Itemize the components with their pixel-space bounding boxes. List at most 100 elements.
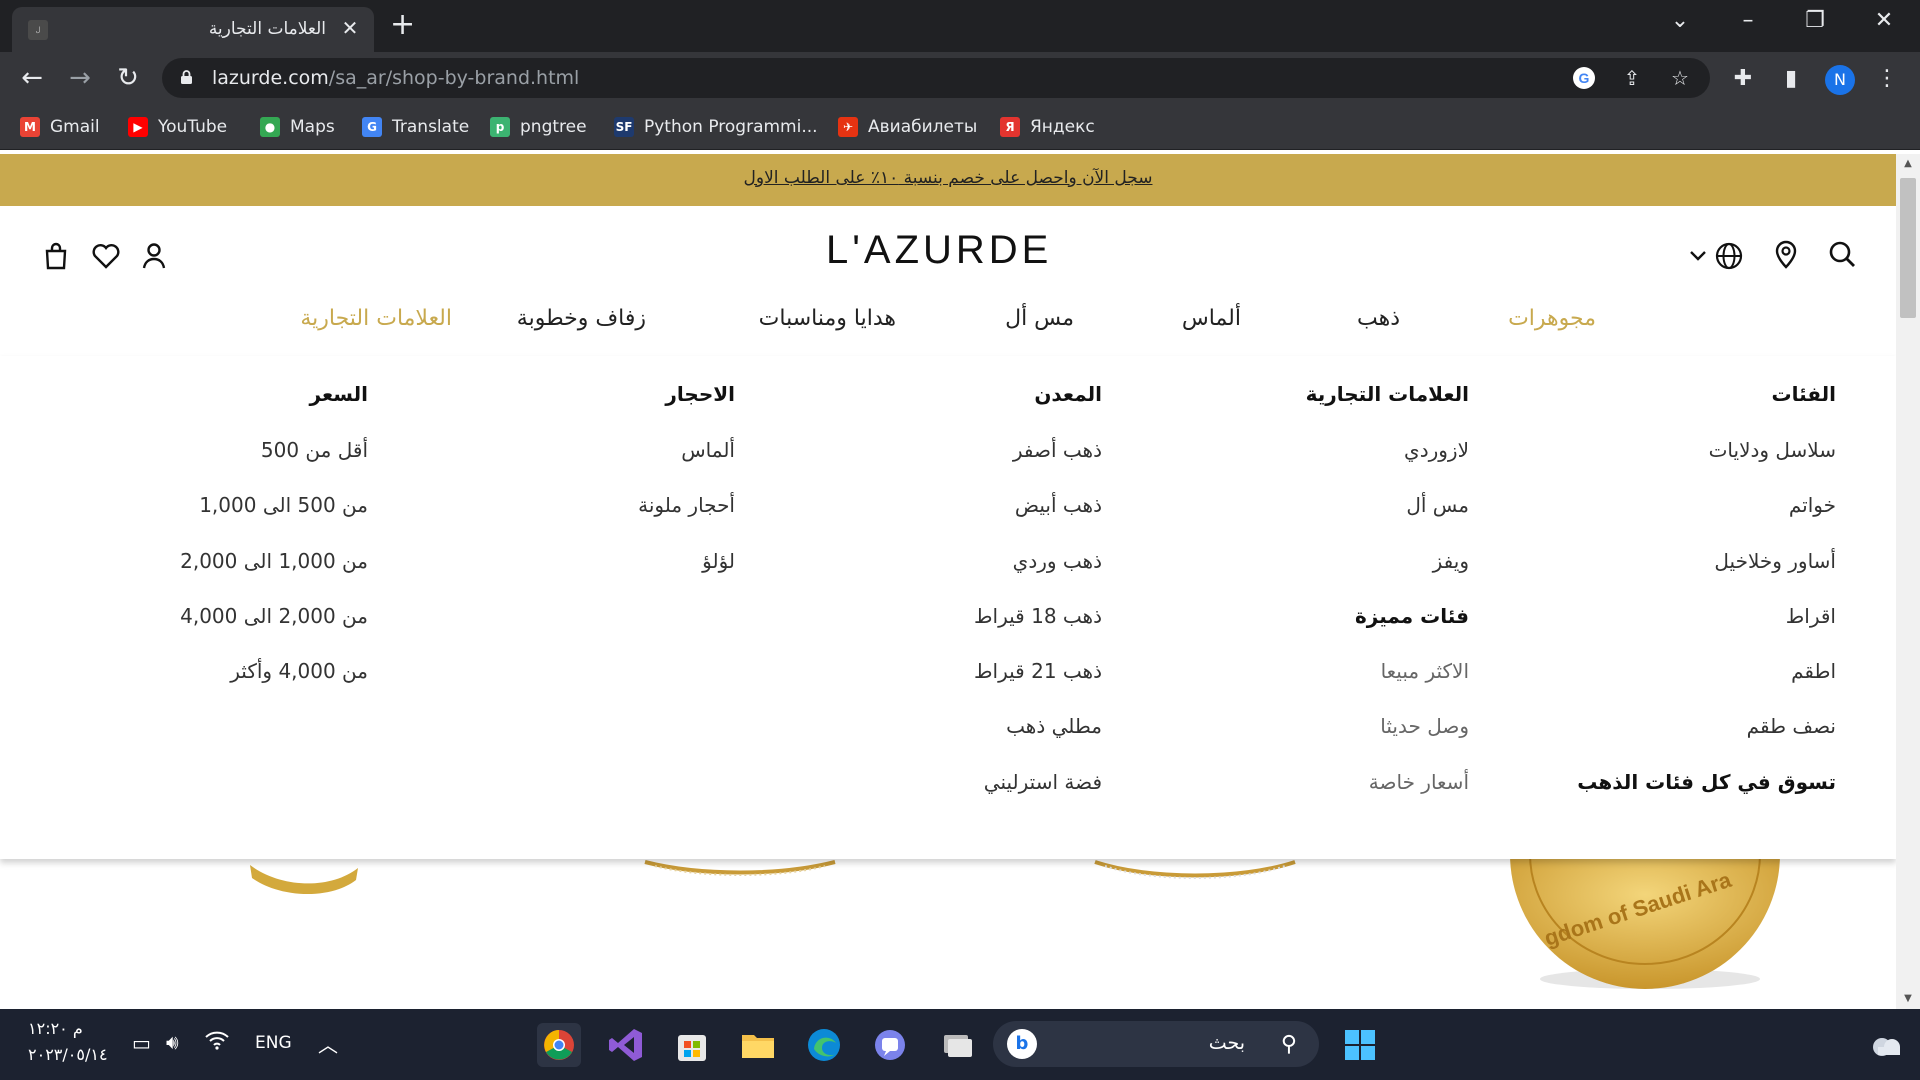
menu-link[interactable]: ذهب وردي [1013, 549, 1102, 573]
account-user-icon[interactable] [138, 240, 170, 272]
profile-avatar[interactable]: N [1825, 65, 1855, 95]
microsoft-store-icon[interactable] [670, 1023, 714, 1067]
taskbar-search[interactable]: b بحث ⚲ [993, 1021, 1319, 1067]
menu-link[interactable]: ويفز [1433, 549, 1469, 573]
site-logo[interactable]: L'AZURDE [826, 228, 1052, 273]
input-language[interactable]: ENG [255, 1033, 292, 1053]
url-text[interactable]: lazurde.com/sa_ar/shop-by-brand.html [212, 67, 579, 89]
task-view-icon[interactable] [934, 1023, 978, 1067]
search-icon[interactable] [1826, 238, 1858, 270]
product-image-gold-ring[interactable] [240, 860, 370, 900]
menu-link[interactable]: أساور وخلاخيل [1714, 549, 1836, 573]
google-lens-icon[interactable]: G [1572, 66, 1596, 90]
chrome-app-icon[interactable] [537, 1023, 581, 1067]
page-scrollbar[interactable]: ▲ ▼ [1896, 154, 1920, 1009]
nav-item-jewelry[interactable]: مجوهرات [1508, 306, 1596, 331]
clock-date[interactable]: ٢٠٢٣/٠٥/١٤ [28, 1045, 108, 1064]
bookmark-item[interactable]: ✈ Авиабилеты [838, 115, 977, 139]
menu-link[interactable]: سلاسل ودلايات [1709, 438, 1836, 462]
battery-icon[interactable]: ▭ [132, 1031, 151, 1055]
menu-link[interactable]: خواتم [1789, 493, 1836, 517]
wifi-icon[interactable] [204, 1029, 230, 1056]
nav-item-diamond[interactable]: ألماس [1182, 306, 1241, 331]
menu-link[interactable]: فضة استرليني [984, 770, 1102, 794]
scroll-up-arrow-icon[interactable]: ▲ [1896, 154, 1920, 174]
menu-kebab-icon[interactable]: ⋮ [1874, 66, 1900, 92]
bing-icon[interactable]: b [1007, 1029, 1037, 1059]
share-icon[interactable]: ⇪ [1620, 66, 1644, 90]
menu-link[interactable]: من 1,000 الى 2,000 [180, 549, 368, 573]
windows-taskbar: م ١٢:٢٠ ٢٠٢٣/٠٥/١٤ ▭ 🔊︎ ENG ︿ b بحث ⚲ [0, 1009, 1920, 1080]
language-globe-icon[interactable] [1713, 240, 1745, 272]
side-panel-icon[interactable]: ▮ [1778, 66, 1804, 92]
back-arrow-icon[interactable]: ← [16, 62, 48, 94]
browser-tab-active[interactable]: ل العلامات التجارية ✕ [12, 7, 374, 52]
shopping-bag-icon[interactable] [40, 240, 72, 272]
menu-link[interactable]: لازوردي [1404, 438, 1469, 462]
store-location-pin-icon[interactable] [1770, 238, 1802, 270]
tab-search-chevron-icon[interactable]: ⌄ [1660, 8, 1700, 33]
address-bar[interactable]: lazurde.com/sa_ar/shop-by-brand.html G ⇪… [162, 58, 1710, 98]
show-hidden-icons-chevron-icon[interactable]: ︿ [318, 1029, 338, 1058]
menu-link[interactable]: ألماس [681, 438, 735, 462]
bookmark-item[interactable]: G Translate [362, 115, 469, 139]
new-tab-button[interactable]: + [390, 10, 415, 40]
teams-chat-icon[interactable] [868, 1023, 912, 1067]
tab-close-icon[interactable]: ✕ [338, 16, 362, 40]
product-image-diamond-bangle[interactable] [1090, 860, 1300, 882]
menu-link[interactable]: وصل حديثا [1380, 714, 1469, 738]
window-close-icon[interactable]: ✕ [1864, 8, 1904, 33]
reload-icon[interactable]: ↻ [112, 62, 144, 94]
file-explorer-icon[interactable] [736, 1023, 780, 1067]
menu-link[interactable]: مطلي ذهب [1006, 714, 1102, 738]
forward-arrow-icon[interactable]: → [64, 62, 96, 94]
promo-banner[interactable]: سجل الآن واحصل على خصم بنسبة ١٠٪ على الط… [0, 154, 1896, 206]
language-chevron-down-icon[interactable] [1688, 240, 1708, 272]
volume-icon[interactable]: 🔊︎ [166, 1030, 179, 1054]
menu-link[interactable]: نصف طقم [1747, 714, 1836, 738]
windows-start-icon[interactable] [1338, 1023, 1382, 1067]
bookmark-item[interactable]: ▶ YouTube [128, 115, 227, 139]
product-image-gold-coin[interactable]: gdom of Saudi Ara [1490, 854, 1790, 1009]
nav-item-wedding-engagement[interactable]: زفاف وخطوبة [517, 306, 646, 331]
extensions-puzzle-icon[interactable]: ✚ [1730, 66, 1756, 92]
edge-browser-icon[interactable] [802, 1023, 846, 1067]
bookmark-item[interactable]: ● Maps [260, 115, 335, 139]
nav-item-brands[interactable]: العلامات التجارية [300, 306, 452, 331]
bookmark-item[interactable]: p pngtree [490, 115, 587, 139]
menu-link[interactable]: من 500 الى 1,000 [199, 493, 368, 517]
scroll-down-arrow-icon[interactable]: ▼ [1896, 989, 1920, 1009]
restore-icon[interactable]: ❐ [1795, 8, 1835, 33]
menu-link[interactable]: ذهب أبيض [1015, 493, 1102, 517]
bookmark-item[interactable]: SF Python Programmi... [614, 115, 818, 139]
menu-link[interactable]: ذهب 21 قيراط [974, 659, 1102, 683]
menu-link[interactable]: أقل من 500 [261, 438, 368, 462]
product-image-bangle[interactable] [640, 860, 840, 880]
menu-link[interactable]: ذهب أصفر [1013, 438, 1102, 462]
promo-text[interactable]: سجل الآن واحصل على خصم بنسبة ١٠٪ على الط… [744, 168, 1153, 188]
bookmark-item[interactable]: M Gmail [20, 115, 100, 139]
scrollbar-thumb[interactable] [1900, 178, 1916, 318]
visual-studio-icon[interactable] [604, 1023, 648, 1067]
menu-link-shop-all-gold[interactable]: تسوق في كل فئات الذهب [1577, 770, 1836, 794]
nav-item-gold[interactable]: ذهب [1357, 306, 1400, 331]
menu-link[interactable]: أحجار ملونة [638, 493, 735, 517]
menu-link[interactable]: من 4,000 وأكثر [230, 659, 368, 683]
menu-link[interactable]: ذهب 18 قيراط [974, 604, 1102, 628]
menu-link[interactable]: اقراط [1786, 604, 1836, 628]
menu-link[interactable]: الاكثر مبيعا [1381, 659, 1469, 683]
wishlist-heart-icon[interactable] [90, 240, 122, 272]
bookmark-label: Maps [290, 117, 335, 137]
minimize-icon[interactable]: – [1728, 8, 1768, 33]
bookmark-star-icon[interactable]: ☆ [1668, 66, 1692, 90]
menu-link[interactable]: مس أل [1406, 493, 1469, 517]
nav-item-miss-l[interactable]: مس أل [1005, 306, 1074, 331]
menu-link[interactable]: أسعار خاصة [1369, 770, 1469, 794]
menu-link[interactable]: لؤلؤ [702, 549, 735, 573]
bookmark-item[interactable]: Я Яндекс [1000, 115, 1095, 139]
weather-cloud-icon[interactable] [1866, 1025, 1906, 1065]
menu-link[interactable]: اطقم [1791, 659, 1836, 683]
menu-link[interactable]: من 2,000 الى 4,000 [180, 604, 368, 628]
clock-time[interactable]: م ١٢:٢٠ [28, 1019, 83, 1038]
nav-item-gifts-occasions[interactable]: هدايا ومناسبات [759, 306, 896, 331]
